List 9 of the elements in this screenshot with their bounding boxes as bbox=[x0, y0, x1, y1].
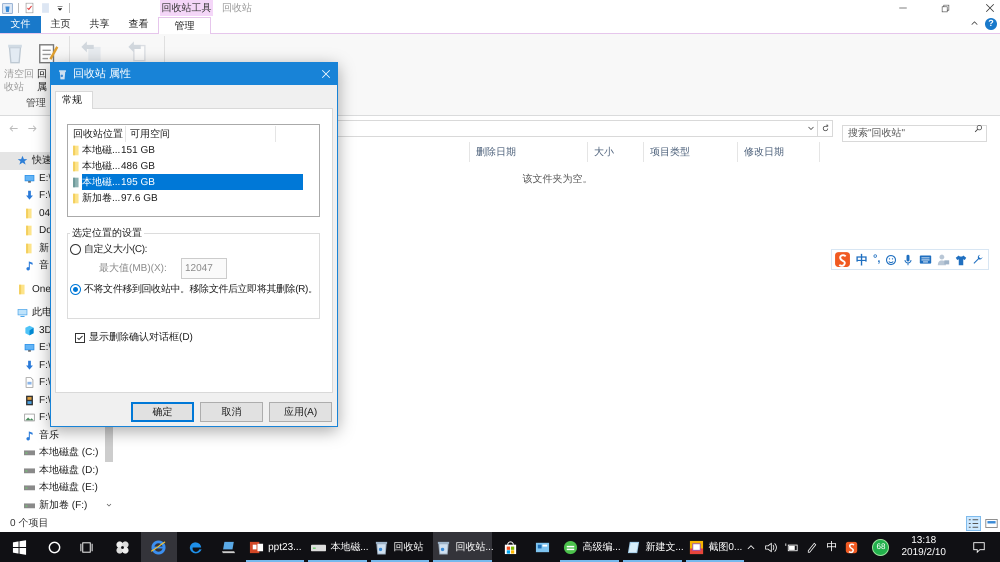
window-title: 回收站 bbox=[222, 2, 252, 16]
contextual-tab-group: 回收站工具 bbox=[160, 0, 213, 16]
group-label: 管理 bbox=[26, 97, 46, 111]
badge: 68 bbox=[872, 538, 890, 556]
item-count: 0 个项目 bbox=[10, 517, 48, 531]
group-title: 选定位置的设置 bbox=[71, 226, 143, 241]
dialog-title: 回收站 属性 bbox=[73, 66, 132, 82]
field-label: 最大值(MB)(X): bbox=[99, 262, 168, 276]
empty-folder-message: 该文件夹为空。 bbox=[522, 172, 592, 187]
